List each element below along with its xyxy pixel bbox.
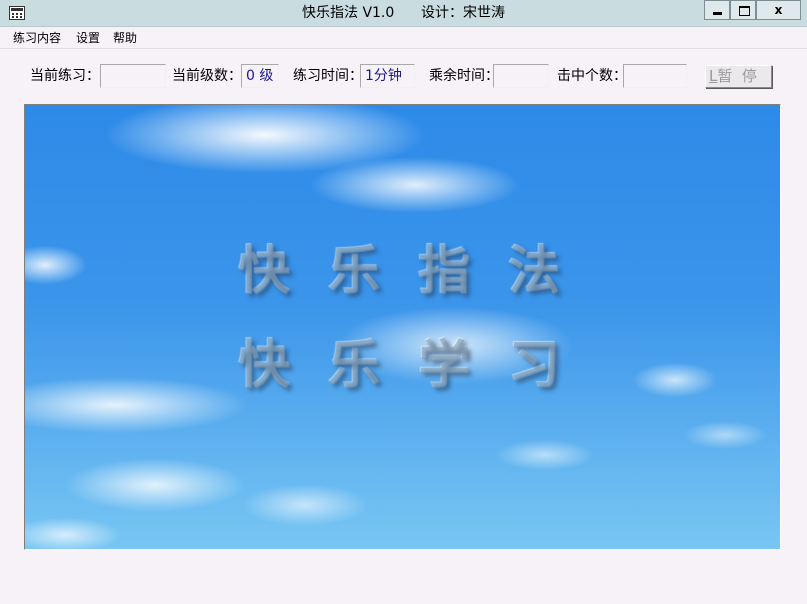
title-designer: 设计：宋世涛 xyxy=(421,5,505,21)
menu-bar: 练习内容 设置 帮助 xyxy=(0,28,807,48)
title-app-name: 快乐指法 V1.0 xyxy=(302,5,395,21)
close-button[interactable]: x xyxy=(756,0,801,20)
current-level-field: 0 级 xyxy=(241,64,279,88)
hit-count-label: 击中个数： xyxy=(557,68,627,84)
practice-time-label: 练习时间： xyxy=(293,68,363,84)
current-practice-field xyxy=(100,64,166,88)
pause-button[interactable]: L暂 停 xyxy=(705,65,772,88)
slogan-line-1: 快乐指法 xyxy=(238,241,599,302)
hit-count-field xyxy=(623,64,687,88)
menu-divider xyxy=(0,48,807,49)
menu-settings[interactable]: 设置 xyxy=(76,30,100,46)
menu-practice-content[interactable]: 练习内容 xyxy=(13,30,61,46)
remaining-time-field xyxy=(493,64,549,88)
slogan-line-2: 快乐学习 xyxy=(238,335,599,396)
pause-button-label: 暂 停 xyxy=(717,67,757,85)
current-level-label: 当前级数： xyxy=(172,68,242,84)
window-title: 快乐指法 V1.0 设计：宋世涛 xyxy=(0,0,807,27)
current-practice-label: 当前练习： xyxy=(30,68,100,84)
title-bar: 快乐指法 V1.0 设计：宋世涛 x xyxy=(0,0,807,27)
menu-help[interactable]: 帮助 xyxy=(113,30,137,46)
maximize-button[interactable] xyxy=(730,0,756,20)
sky-display-panel: 快乐指法 快乐学习 xyxy=(24,104,781,550)
remaining-time-label: 乘余时间： xyxy=(429,68,499,84)
minimize-button[interactable] xyxy=(704,0,730,20)
close-icon: x xyxy=(774,3,783,17)
practice-time-field: 1分钟 xyxy=(360,64,415,88)
